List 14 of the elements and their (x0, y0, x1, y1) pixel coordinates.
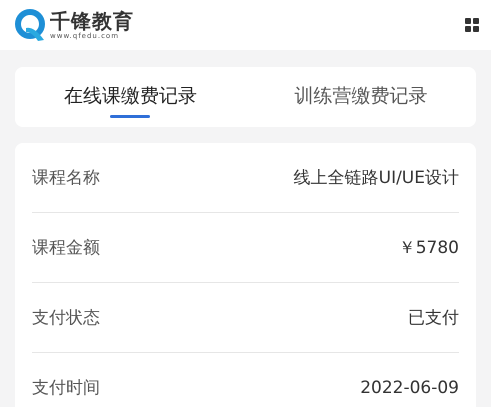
field-value: 线上全链路UI/UE设计 (294, 167, 459, 189)
grid-menu-icon[interactable] (465, 18, 479, 32)
tab[interactable]: 在线课缴费记录 (64, 82, 197, 108)
tab-indicator (110, 114, 150, 118)
tab[interactable]: 训练营缴费记录 (294, 82, 428, 108)
field-value: 2022-06-09 (360, 378, 459, 398)
field-value: 已支付 (408, 307, 459, 329)
field-label: 支付状态 (32, 307, 100, 329)
field-label: 支付时间 (32, 377, 100, 399)
field-label: 课程金额 (32, 237, 100, 259)
field-label: 课程名称 (32, 167, 100, 189)
logo-icon (14, 8, 48, 42)
field-value: ￥5780 (398, 237, 459, 259)
brand-name: 千锋教育 (50, 10, 134, 32)
